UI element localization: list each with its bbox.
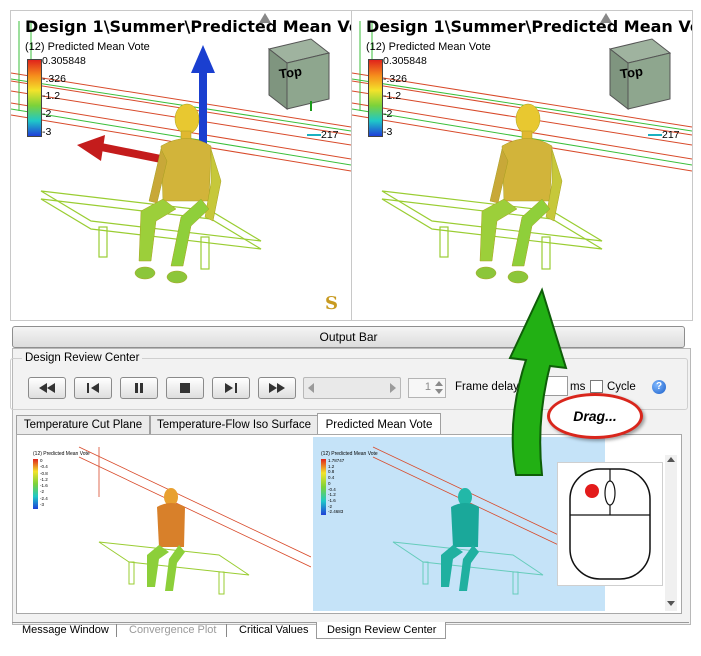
legend-label: (12) Predicted Mean Vote	[25, 41, 150, 53]
tab-convergence-plot[interactable]: Convergence Plot	[129, 623, 216, 638]
viewport-right[interactable]: Design 1\Summer\Predicted Mean Vote (12)…	[351, 10, 693, 321]
scroll-up-icon[interactable]	[667, 457, 675, 462]
step-forward-button[interactable]	[212, 377, 250, 399]
legend-tick: -.326	[383, 73, 407, 85]
legend-tick: 0.305848	[383, 55, 427, 67]
legend-tick: -3	[42, 126, 52, 138]
tab-temperature-cut-plane[interactable]: Temperature Cut Plane	[16, 415, 150, 435]
legend-tick: -1.2	[42, 90, 61, 102]
slider-right-arrow-icon	[390, 383, 396, 393]
frame-slider[interactable]	[303, 377, 401, 399]
nav-cube-top-label[interactable]: Top	[278, 63, 303, 81]
legend-tick: -2	[383, 108, 393, 120]
design-review-group-label: Design Review Center	[22, 352, 143, 364]
thumb-legend-ticks: 0 -0.4 -0.8 -1.2 -1.6 -2 -2.4 -3	[40, 458, 48, 508]
legend-label: (12) Predicted Mean Vote	[366, 41, 491, 53]
tab-critical-values[interactable]: Critical Values	[239, 623, 309, 638]
mouse-icon	[569, 468, 651, 580]
side-value: 217	[321, 129, 339, 141]
thumb-legend-colorbar	[321, 459, 326, 515]
legend-tick: -1.2	[383, 90, 402, 102]
drag-callout-text: Drag...	[573, 408, 617, 424]
mouse-illustration	[557, 462, 663, 586]
stop-button[interactable]	[166, 377, 204, 399]
svg-text:S: S	[325, 293, 338, 314]
frame-spinner-value: 1	[424, 381, 431, 393]
slider-left-arrow-icon	[308, 383, 314, 393]
output-bar-button[interactable]: Output Bar	[12, 326, 685, 348]
legend-tick: 0.305848	[42, 55, 86, 67]
step-forward-icon	[225, 383, 237, 393]
rewind-button[interactable]	[28, 377, 66, 399]
legend-tick: -2	[42, 108, 52, 120]
gallery-scrollbar[interactable]	[665, 455, 677, 611]
tab-message-window[interactable]: Message Window	[22, 623, 109, 638]
legend-tick: -3	[383, 126, 393, 138]
tab-separator	[116, 624, 117, 637]
viewport-title: Design 1\Summer\Predicted Mean Vote	[366, 17, 693, 36]
cycle-checkbox[interactable]	[590, 380, 603, 393]
cycle-label: Cycle	[607, 381, 636, 393]
pause-icon	[135, 383, 143, 393]
spinner-down-icon[interactable]	[435, 389, 443, 394]
drag-arrow-icon	[508, 287, 568, 476]
viewport-title: Design 1\Summer\Predicted Mean Vote	[25, 17, 352, 36]
stop-icon	[180, 383, 190, 393]
legend-colorbar	[27, 59, 42, 137]
thumb-legend-label: (12) Predicted Mean Vote	[33, 451, 90, 457]
thumb-legend-label: (12) Predicted Mean Vote	[321, 451, 378, 457]
tab-temperature-flow-iso-surface[interactable]: Temperature-Flow Iso Surface	[150, 415, 318, 435]
step-back-icon	[87, 383, 99, 393]
legend-colorbar	[368, 59, 383, 137]
scroll-down-icon[interactable]	[667, 601, 675, 606]
thumb-legend-ticks: 1.78747 1.2 0.8 0.4 0 -0.4 -1.2 -1.6 -2 -2.4683	[328, 458, 345, 515]
frame-spinner[interactable]: 1	[408, 378, 446, 398]
legend-tick: -.326	[42, 73, 66, 85]
thumbnail-1[interactable]: (12) Predicted Mean Vote 0 -0.4 -0.8 -1.2 -1…	[19, 437, 311, 611]
tab-predicted-mean-vote[interactable]: Predicted Mean Vote	[317, 413, 441, 436]
rewind-icon	[39, 383, 55, 393]
fast-forward-button[interactable]	[258, 377, 296, 399]
tab-design-review-center[interactable]: Design Review Center	[327, 623, 436, 638]
step-back-button[interactable]	[74, 377, 112, 399]
help-icon[interactable]: ?	[652, 380, 666, 394]
drag-callout: Drag...	[547, 393, 643, 439]
tab-separator	[226, 624, 227, 637]
viewport-left[interactable]: S Design 1\Summer\Predicted Mean Vote (1…	[10, 10, 352, 321]
spinner-up-icon[interactable]	[435, 381, 443, 386]
pause-button[interactable]	[120, 377, 158, 399]
fast-forward-icon	[269, 383, 285, 393]
side-value: 217	[662, 129, 680, 141]
thumb-legend-colorbar	[33, 459, 38, 509]
thumbnail-1-scene	[78, 446, 311, 595]
nav-cube-top-label[interactable]: Top	[619, 63, 644, 81]
